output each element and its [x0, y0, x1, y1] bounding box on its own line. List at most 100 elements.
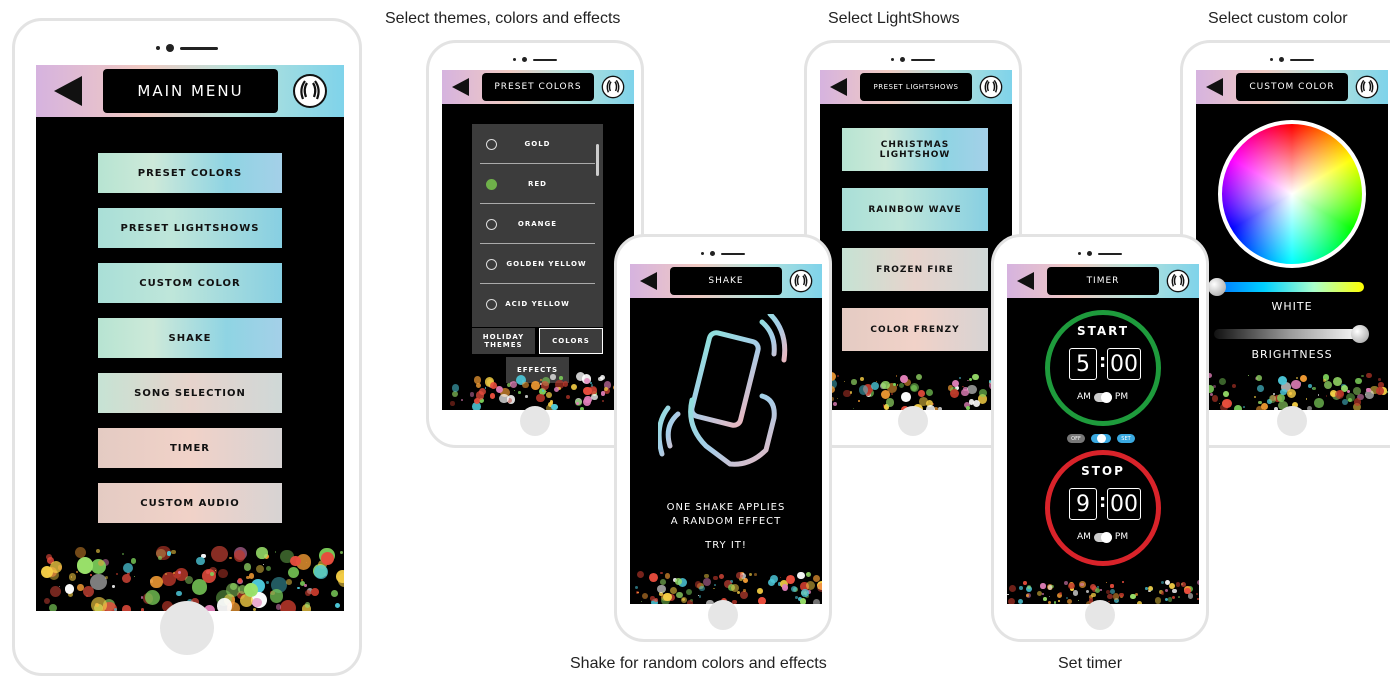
- app-header: PRESET COLORS: [442, 70, 634, 104]
- time-colon: :: [1099, 351, 1107, 372]
- phone-custom-color: CUSTOM COLOR WHITE BRIGHTNESS: [1180, 40, 1390, 448]
- phone-timer: TIMER START 5 : 00 AM PM OFF SET STOP 9 …: [991, 234, 1209, 642]
- white-slider[interactable]: [1214, 282, 1364, 292]
- back-arrow-icon[interactable]: [1017, 272, 1034, 290]
- color-wheel[interactable]: [1218, 120, 1366, 268]
- phone-main-menu: MAIN MENU PRESET COLORS PRESET LIGHTSHOW…: [12, 18, 362, 676]
- stop-ampm-toggle[interactable]: AM PM: [1077, 531, 1128, 543]
- lightshows-screen: PRESET LIGHTSHOWS CHRISTMAS LIGHTSHOW RA…: [820, 70, 1012, 410]
- sparkle-decoration: [820, 364, 1012, 410]
- laurel-logo-icon[interactable]: [601, 75, 625, 99]
- shake-line-2: A RANDOM EFFECT: [670, 516, 782, 527]
- start-ampm-toggle[interactable]: AM PM: [1077, 391, 1128, 403]
- phone-speaker: [701, 251, 745, 256]
- brightness-label: BRIGHTNESS: [1251, 348, 1333, 361]
- menu-item-song-selection[interactable]: SONG SELECTION: [98, 373, 282, 413]
- home-button[interactable]: [1085, 600, 1115, 630]
- brightness-slider-knob[interactable]: [1351, 325, 1369, 343]
- color-option-orange[interactable]: ORANGE: [472, 204, 603, 244]
- back-arrow-icon[interactable]: [452, 78, 469, 96]
- sparkle-decoration: [1196, 364, 1388, 410]
- back-arrow-icon[interactable]: [640, 272, 657, 290]
- toggle-switch-icon[interactable]: [1093, 391, 1112, 403]
- shake-screen: SHAKE ONE SHAKE APPLIES A RANDOM EFFECT …: [630, 264, 822, 604]
- time-colon: :: [1099, 491, 1107, 512]
- color-option-golden-yellow[interactable]: GOLDEN YELLOW: [472, 244, 603, 284]
- color-option-gold[interactable]: GOLD: [472, 124, 603, 164]
- lightshow-christmas[interactable]: CHRISTMAS LIGHTSHOW: [842, 128, 988, 171]
- home-button[interactable]: [708, 600, 738, 630]
- app-header: PRESET LIGHTSHOWS: [820, 70, 1012, 104]
- menu-item-preset-lightshows[interactable]: PRESET LIGHTSHOWS: [98, 208, 282, 248]
- phone-shake: SHAKE ONE SHAKE APPLIES A RANDOM EFFECT …: [614, 234, 832, 642]
- page-title: PRESET LIGHTSHOWS: [860, 73, 972, 101]
- sparkle-decoration: [442, 364, 634, 410]
- caption-timer: Set timer: [1058, 655, 1123, 672]
- page-title: CUSTOM COLOR: [1236, 73, 1348, 101]
- color-list[interactable]: GOLD RED ORANGE GOLDEN YELLOW ACID YELLO: [472, 124, 603, 327]
- caption-themes: Select themes, colors and effects: [385, 10, 621, 27]
- page-title: TIMER: [1047, 267, 1159, 295]
- phone-speaker: [891, 57, 935, 62]
- back-arrow-icon[interactable]: [54, 76, 82, 106]
- lightshow-rainbow-wave[interactable]: RAINBOW WAVE: [842, 188, 988, 231]
- timer-screen: TIMER START 5 : 00 AM PM OFF SET STOP 9 …: [1007, 264, 1199, 604]
- home-button[interactable]: [160, 601, 214, 655]
- page-title: PRESET COLORS: [482, 73, 594, 101]
- laurel-logo-icon[interactable]: [1355, 75, 1379, 99]
- menu-item-preset-colors[interactable]: PRESET COLORS: [98, 153, 282, 193]
- color-option-acid-yellow[interactable]: ACID YELLOW: [472, 284, 603, 324]
- sparkle-decoration: [36, 531, 344, 611]
- tab-holiday-themes[interactable]: HOLIDAY THEMES: [472, 328, 535, 354]
- color-option-red[interactable]: RED: [472, 164, 603, 204]
- stop-hour-input[interactable]: 9: [1069, 488, 1097, 520]
- home-button[interactable]: [1277, 406, 1307, 436]
- sparkle-decoration: [630, 562, 822, 604]
- phone-lightshows: PRESET LIGHTSHOWS CHRISTMAS LIGHTSHOW RA…: [804, 40, 1022, 448]
- preset-colors-screen: PRESET COLORS GOLD RED ORANGE GOLDEN YEL…: [442, 70, 634, 410]
- menu-item-shake[interactable]: SHAKE: [98, 318, 282, 358]
- menu-item-timer[interactable]: TIMER: [98, 428, 282, 468]
- laurel-logo-icon[interactable]: [789, 269, 813, 293]
- phone-speaker: [156, 44, 218, 52]
- set-pill[interactable]: SET: [1117, 434, 1135, 443]
- phone-speaker: [513, 57, 557, 62]
- brightness-slider[interactable]: [1214, 329, 1364, 339]
- shake-phone-icon: [658, 314, 788, 467]
- laurel-logo-icon[interactable]: [1166, 269, 1190, 293]
- home-button[interactable]: [520, 406, 550, 436]
- app-header: TIMER: [1007, 264, 1199, 298]
- stop-minutes-input[interactable]: 00: [1107, 488, 1141, 520]
- page-title: SHAKE: [670, 267, 782, 295]
- app-header: MAIN MENU: [36, 65, 344, 117]
- laurel-logo-icon[interactable]: [292, 73, 328, 109]
- off-pill[interactable]: OFF: [1067, 434, 1085, 443]
- start-label: START: [1076, 324, 1130, 338]
- timer-toggle[interactable]: [1091, 434, 1111, 443]
- caption-shake: Shake for random colors and effects: [570, 655, 827, 672]
- stop-label: STOP: [1081, 464, 1125, 478]
- menu-item-custom-color[interactable]: CUSTOM COLOR: [98, 263, 282, 303]
- phone-speaker: [1270, 57, 1314, 62]
- back-arrow-icon[interactable]: [1206, 78, 1223, 96]
- back-arrow-icon[interactable]: [830, 78, 847, 96]
- toggle-switch-icon[interactable]: [1093, 531, 1112, 543]
- laurel-logo-icon[interactable]: [979, 75, 1003, 99]
- try-it-label: TRY IT!: [705, 540, 747, 551]
- menu-item-custom-audio[interactable]: CUSTOM AUDIO: [98, 483, 282, 523]
- caption-lightshows: Select LightShows: [828, 10, 960, 27]
- caption-custom-color: Select custom color: [1208, 10, 1348, 27]
- main-menu-screen: MAIN MENU PRESET COLORS PRESET LIGHTSHOW…: [36, 65, 344, 611]
- tab-colors[interactable]: COLORS: [539, 328, 603, 354]
- page-title: MAIN MENU: [103, 69, 278, 113]
- lightshow-color-frenzy[interactable]: COLOR FRENZY: [842, 308, 988, 351]
- shake-line-1: ONE SHAKE APPLIES: [666, 502, 786, 513]
- home-button[interactable]: [898, 406, 928, 436]
- start-minutes-input[interactable]: 00: [1107, 348, 1141, 380]
- lightshow-frozen-fire[interactable]: FROZEN FIRE: [842, 248, 988, 291]
- scrollbar[interactable]: [596, 144, 599, 176]
- custom-color-screen: CUSTOM COLOR WHITE BRIGHTNESS: [1196, 70, 1388, 410]
- white-slider-knob[interactable]: [1208, 278, 1226, 296]
- start-hour-input[interactable]: 5: [1069, 348, 1097, 380]
- white-label: WHITE: [1271, 300, 1313, 313]
